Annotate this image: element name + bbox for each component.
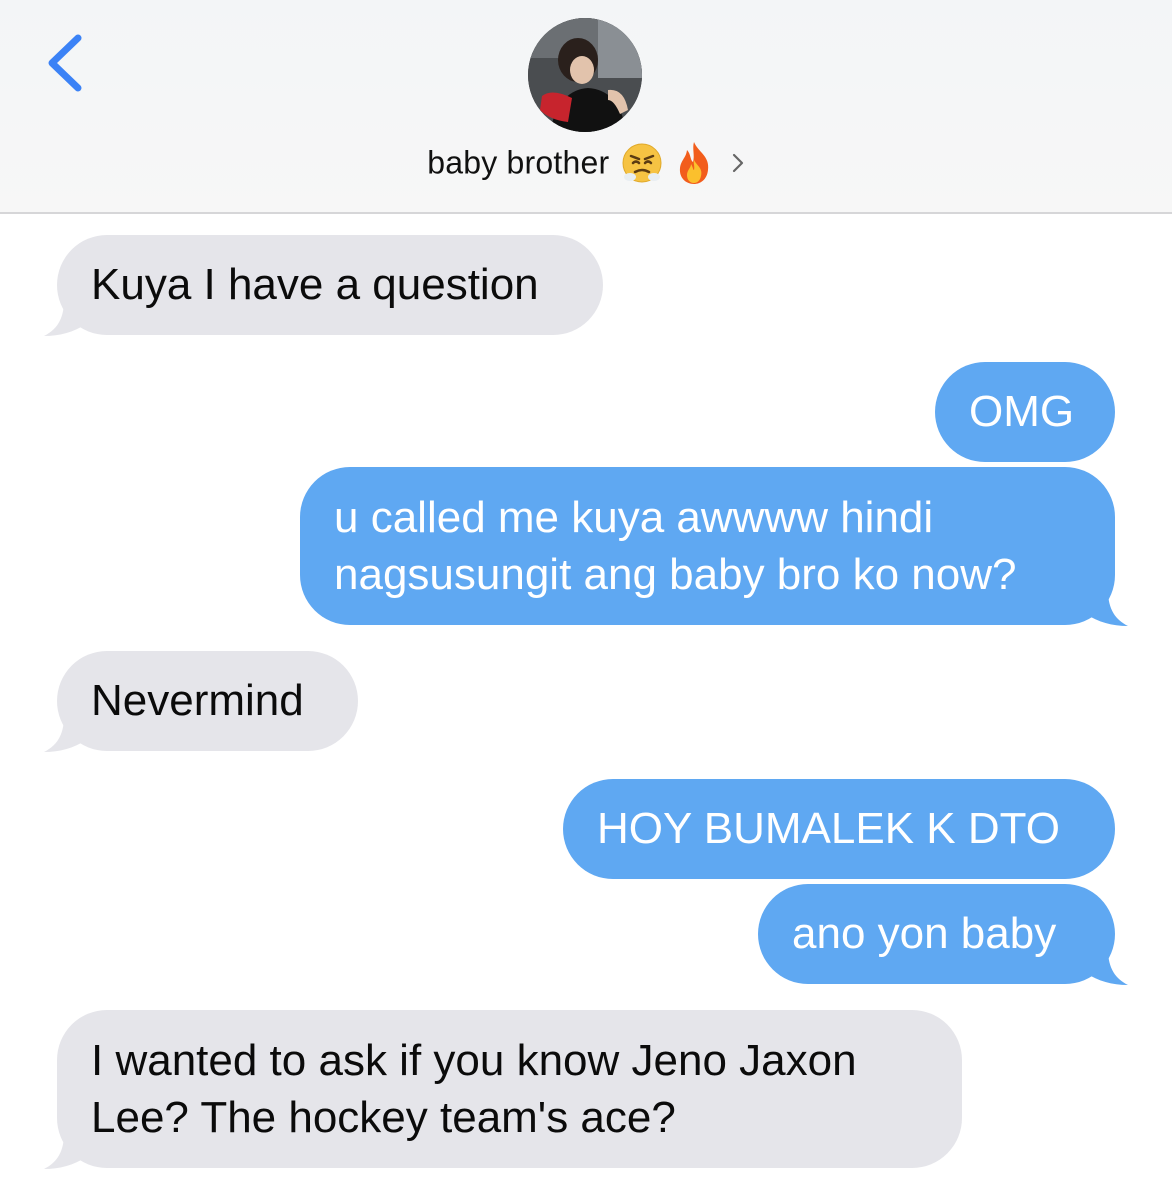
bubble-tail xyxy=(44,300,86,336)
avatar[interactable] xyxy=(528,18,642,132)
message-bubble-received[interactable]: I wanted to ask if you know Jeno Jaxon L… xyxy=(57,1010,962,1168)
bubble-tail xyxy=(1086,949,1128,985)
message-text-line: nagsusungit ang baby bro ko now? xyxy=(334,550,1017,599)
fire-icon xyxy=(680,142,709,184)
message-bubble-sent[interactable]: u called me kuya awwww hindi nagsusungit… xyxy=(300,467,1115,625)
message-text: ano yon baby xyxy=(792,909,1057,958)
message-bubble-sent[interactable]: HOY BUMALEK K DTO xyxy=(563,779,1115,879)
message-bubble-received[interactable]: Nevermind xyxy=(57,651,358,751)
message-text: OMG xyxy=(969,387,1075,436)
bubble-tail xyxy=(44,716,86,752)
message-bubble-sent[interactable]: ano yon baby xyxy=(758,884,1115,984)
steam-nose-face-icon xyxy=(622,143,662,183)
contact-name: baby brother xyxy=(427,144,610,181)
message-text: HOY BUMALEK K DTO xyxy=(597,804,1060,853)
chevron-right-icon xyxy=(732,153,743,173)
conversation-header: baby brother xyxy=(0,0,1172,214)
bubble-tail xyxy=(44,1133,86,1169)
chevron-left-icon xyxy=(48,34,82,92)
contact-details-button[interactable]: baby brother xyxy=(0,140,1172,190)
message-text: Nevermind xyxy=(91,676,304,725)
bubble-tail xyxy=(1086,590,1128,626)
message-bubble-received[interactable]: Kuya I have a question xyxy=(57,235,603,335)
message-bubble-sent[interactable]: OMG xyxy=(935,362,1115,462)
avatar-photo xyxy=(528,18,642,132)
message-text-line: Lee? The hockey team's ace? xyxy=(91,1093,676,1142)
message-text-line: I wanted to ask if you know Jeno Jaxon xyxy=(91,1036,857,1085)
back-button[interactable] xyxy=(40,28,100,98)
message-text: Kuya I have a question xyxy=(91,260,539,309)
message-text-line: u called me kuya awwww hindi xyxy=(334,493,934,542)
